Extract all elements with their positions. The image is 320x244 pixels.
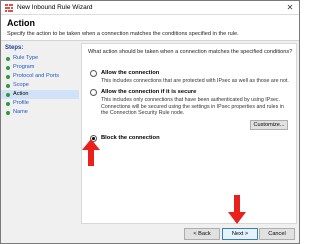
allow-connection-description: This includes connections that are prote… — [101, 78, 289, 84]
firewall-app-icon — [5, 4, 13, 12]
close-icon[interactable]: ✕ — [285, 3, 295, 13]
step-label: Action — [13, 91, 29, 97]
step-label: Profile — [13, 100, 29, 106]
step-bullet-icon — [6, 110, 10, 115]
step-bullet-icon — [6, 83, 10, 88]
step-program[interactable]: Program — [1, 63, 79, 72]
cancel-button[interactable]: Cancel — [259, 228, 295, 240]
step-bullet-icon — [6, 74, 10, 79]
annotation-arrow-up-icon — [82, 139, 100, 166]
back-button[interactable]: < Back — [184, 228, 220, 240]
wizard-header: Action Specify the action to be taken wh… — [1, 15, 299, 41]
allow-connection-radio[interactable] — [90, 70, 97, 77]
title-bar: New Inbound Rule Wizard ✕ — [1, 1, 299, 15]
content-pane: What action should be taken when a conne… — [81, 43, 297, 224]
window-title: New Inbound Rule Wizard — [17, 4, 93, 11]
wizard-window: New Inbound Rule Wizard ✕ Action Specify… — [0, 0, 300, 244]
steps-heading: Steps: — [5, 45, 24, 51]
page-title: Action — [7, 18, 35, 28]
step-bullet-icon — [6, 65, 10, 70]
step-label: Program — [13, 64, 35, 70]
step-action[interactable]: Action — [1, 90, 79, 99]
action-question: What action should be taken when a conne… — [88, 49, 293, 55]
step-label: Name — [13, 109, 28, 115]
allow-connection-label[interactable]: Allow the connection — [101, 70, 159, 77]
allow-if-secure-label[interactable]: Allow the connection if it is secure — [101, 89, 196, 96]
step-bullet-icon — [6, 101, 10, 106]
step-label: Scope — [13, 82, 29, 88]
step-profile[interactable]: Profile — [1, 99, 79, 108]
block-connection-label[interactable]: Block the connection — [101, 135, 160, 142]
step-rule-type[interactable]: Rule Type — [1, 54, 79, 63]
step-protocol-and-ports[interactable]: Protocol and Ports — [1, 72, 79, 81]
step-label: Rule Type — [13, 55, 39, 61]
customize-button: Customize... — [250, 120, 288, 130]
allow-if-secure-radio[interactable] — [90, 89, 97, 96]
wizard-footer: < Back Next > Cancel — [1, 224, 299, 243]
step-name[interactable]: Name — [1, 108, 79, 117]
allow-if-secure-description: This includes only connections that have… — [101, 97, 284, 116]
step-scope[interactable]: Scope — [1, 81, 79, 90]
page-description: Specify the action to be taken when a co… — [7, 31, 239, 37]
step-label: Protocol and Ports — [13, 73, 60, 79]
steps-panel: Steps: Rule Type Program Protocol and Po… — [1, 41, 79, 224]
annotation-arrow-down-icon — [228, 195, 246, 224]
next-button[interactable]: Next > — [222, 228, 258, 240]
step-bullet-icon — [6, 92, 10, 97]
step-bullet-icon — [6, 56, 10, 61]
